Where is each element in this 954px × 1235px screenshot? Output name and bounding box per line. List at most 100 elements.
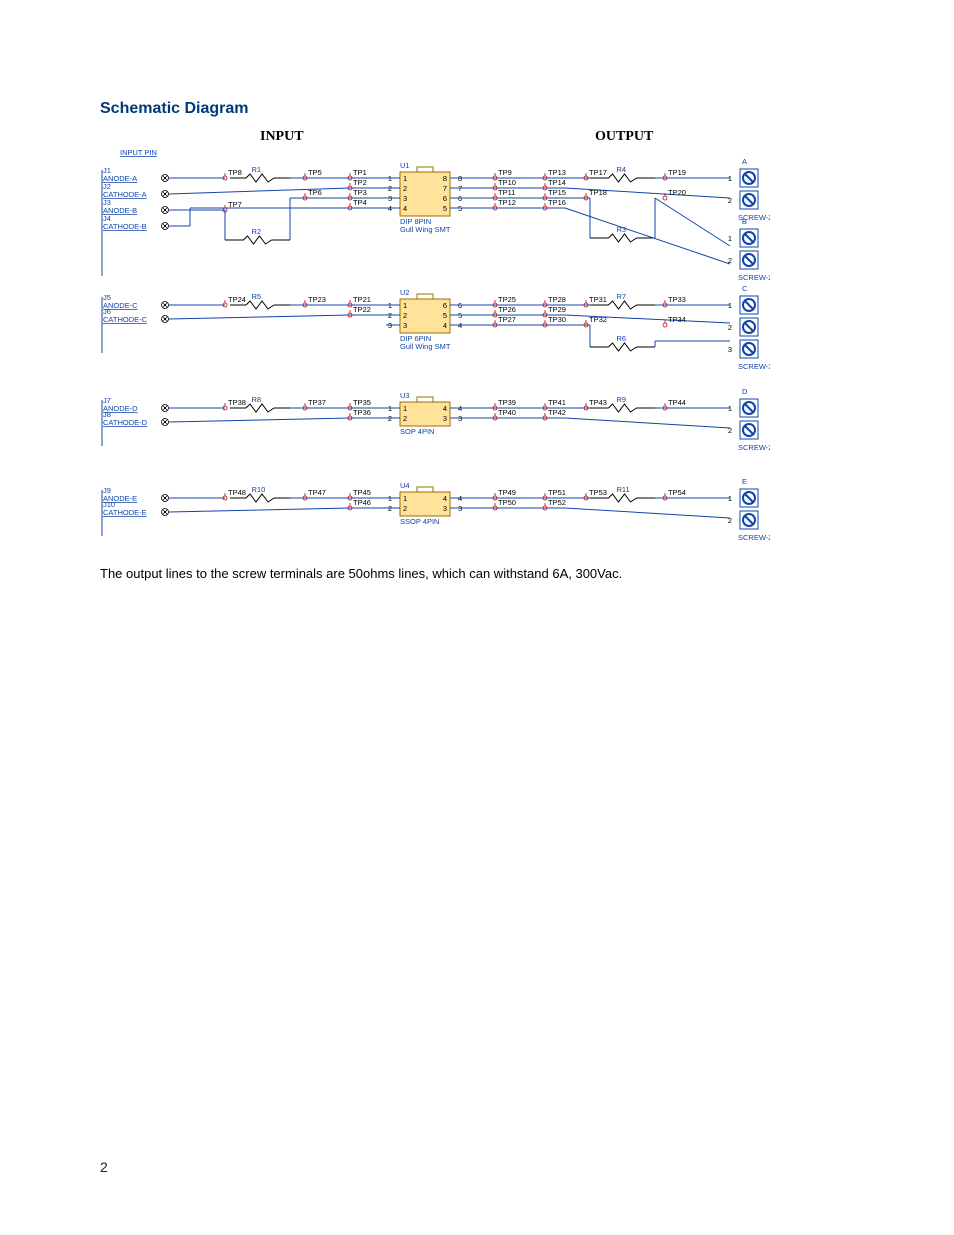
- svg-text:CATHODE-C: CATHODE-C: [103, 315, 148, 324]
- svg-text:1: 1: [728, 494, 732, 503]
- svg-text:6: 6: [443, 194, 447, 203]
- svg-text:SOP 4PIN: SOP 4PIN: [400, 427, 434, 436]
- svg-text:2: 2: [728, 196, 732, 205]
- svg-text:CATHODE-B: CATHODE-B: [103, 222, 147, 231]
- svg-text:TP1: TP1: [353, 168, 367, 177]
- svg-text:TP36: TP36: [353, 408, 371, 417]
- svg-text:4: 4: [443, 404, 447, 413]
- svg-text:R6: R6: [617, 334, 627, 343]
- svg-text:C: C: [742, 284, 748, 293]
- svg-text:TP30: TP30: [548, 315, 566, 324]
- svg-text:TP25: TP25: [498, 295, 516, 304]
- svg-text:1: 1: [403, 301, 407, 310]
- svg-text:TP5: TP5: [308, 168, 322, 177]
- svg-text:TP6: TP6: [308, 188, 322, 197]
- svg-text:TP16: TP16: [548, 198, 566, 207]
- svg-text:3: 3: [443, 504, 447, 513]
- svg-text:TP12: TP12: [498, 198, 516, 207]
- svg-text:3: 3: [403, 194, 407, 203]
- svg-text:R7: R7: [617, 292, 627, 301]
- svg-text:2: 2: [403, 311, 407, 320]
- svg-text:1: 1: [403, 404, 407, 413]
- svg-text:TP48: TP48: [228, 488, 246, 497]
- svg-text:TP43: TP43: [589, 398, 607, 407]
- svg-text:A: A: [742, 157, 747, 166]
- svg-text:TP24: TP24: [228, 295, 246, 304]
- svg-text:2: 2: [728, 516, 732, 525]
- svg-text:E: E: [742, 477, 747, 486]
- svg-text:1: 1: [728, 234, 732, 243]
- svg-text:TP20: TP20: [668, 188, 686, 197]
- svg-text:TP33: TP33: [668, 295, 686, 304]
- svg-text:TP44: TP44: [668, 398, 686, 407]
- svg-text:Gull Wing SMT: Gull Wing SMT: [400, 225, 451, 234]
- svg-text:TP8: TP8: [228, 168, 242, 177]
- svg-text:R5: R5: [252, 292, 262, 301]
- svg-text:TP27: TP27: [498, 315, 516, 324]
- svg-text:TP37: TP37: [308, 398, 326, 407]
- svg-text:6: 6: [443, 301, 447, 310]
- svg-text:TP11: TP11: [498, 188, 515, 197]
- diagram-caption: The output lines to the screw terminals …: [100, 566, 864, 581]
- svg-text:TP19: TP19: [668, 168, 686, 177]
- svg-text:B: B: [742, 217, 747, 226]
- schematic-diagram: INPUTOUTPUTINPUT PINU1DIP 8PINGull Wing …: [100, 128, 770, 558]
- svg-text:TP42: TP42: [548, 408, 566, 417]
- svg-text:SCREW-2PIN: SCREW-2PIN: [738, 533, 770, 542]
- svg-text:TP14: TP14: [548, 178, 566, 187]
- svg-text:2: 2: [403, 414, 407, 423]
- svg-text:TP34: TP34: [668, 315, 686, 324]
- svg-text:U1: U1: [400, 161, 410, 170]
- svg-text:5: 5: [443, 311, 447, 320]
- svg-text:TP13: TP13: [548, 168, 566, 177]
- svg-text:1: 1: [728, 404, 732, 413]
- svg-text:TP41: TP41: [548, 398, 566, 407]
- svg-text:SCREW-2PIN: SCREW-2PIN: [738, 443, 770, 452]
- svg-text:TP23: TP23: [308, 295, 326, 304]
- svg-text:U3: U3: [400, 391, 410, 400]
- svg-text:TP9: TP9: [498, 168, 512, 177]
- svg-text:TP39: TP39: [498, 398, 516, 407]
- svg-text:1: 1: [728, 174, 732, 183]
- svg-text:SCREW-3PIN: SCREW-3PIN: [738, 362, 770, 371]
- svg-text:TP49: TP49: [498, 488, 516, 497]
- svg-text:TP2: TP2: [353, 178, 367, 187]
- svg-text:4: 4: [443, 321, 447, 330]
- svg-text:4: 4: [403, 204, 407, 213]
- svg-text:TP53: TP53: [589, 488, 607, 497]
- svg-text:CATHODE-D: CATHODE-D: [103, 418, 148, 427]
- svg-text:4: 4: [443, 494, 447, 503]
- svg-text:TP15: TP15: [548, 188, 566, 197]
- svg-text:R1: R1: [252, 165, 262, 174]
- svg-text:TP51: TP51: [548, 488, 566, 497]
- svg-text:2: 2: [728, 426, 732, 435]
- svg-text:TP40: TP40: [498, 408, 516, 417]
- svg-text:TP50: TP50: [498, 498, 516, 507]
- svg-text:TP3: TP3: [353, 188, 367, 197]
- svg-text:TP29: TP29: [548, 305, 566, 314]
- svg-text:TP54: TP54: [668, 488, 686, 497]
- svg-text:TP22: TP22: [353, 305, 371, 314]
- svg-text:SCREW-2PIN: SCREW-2PIN: [738, 273, 770, 282]
- svg-text:CATHODE-E: CATHODE-E: [103, 508, 147, 517]
- svg-text:TP35: TP35: [353, 398, 371, 407]
- svg-text:TP26: TP26: [498, 305, 516, 314]
- svg-text:TP18: TP18: [589, 188, 607, 197]
- svg-text:Gull Wing SMT: Gull Wing SMT: [400, 342, 451, 351]
- svg-text:OUTPUT: OUTPUT: [595, 129, 654, 144]
- svg-text:TP31: TP31: [589, 295, 607, 304]
- svg-text:U2: U2: [400, 288, 410, 297]
- svg-text:5: 5: [443, 204, 447, 213]
- svg-text:TP52: TP52: [548, 498, 566, 507]
- svg-text:INPUT: INPUT: [260, 129, 304, 144]
- svg-text:TP46: TP46: [353, 498, 371, 507]
- svg-text:3: 3: [443, 414, 447, 423]
- svg-text:TP4: TP4: [353, 198, 367, 207]
- svg-text:1: 1: [728, 301, 732, 310]
- svg-text:TP47: TP47: [308, 488, 326, 497]
- svg-text:2: 2: [728, 256, 732, 265]
- section-title: Schematic Diagram: [100, 100, 864, 118]
- svg-text:TP32: TP32: [589, 315, 607, 324]
- svg-text:R10: R10: [252, 485, 266, 494]
- svg-text:R9: R9: [617, 395, 627, 404]
